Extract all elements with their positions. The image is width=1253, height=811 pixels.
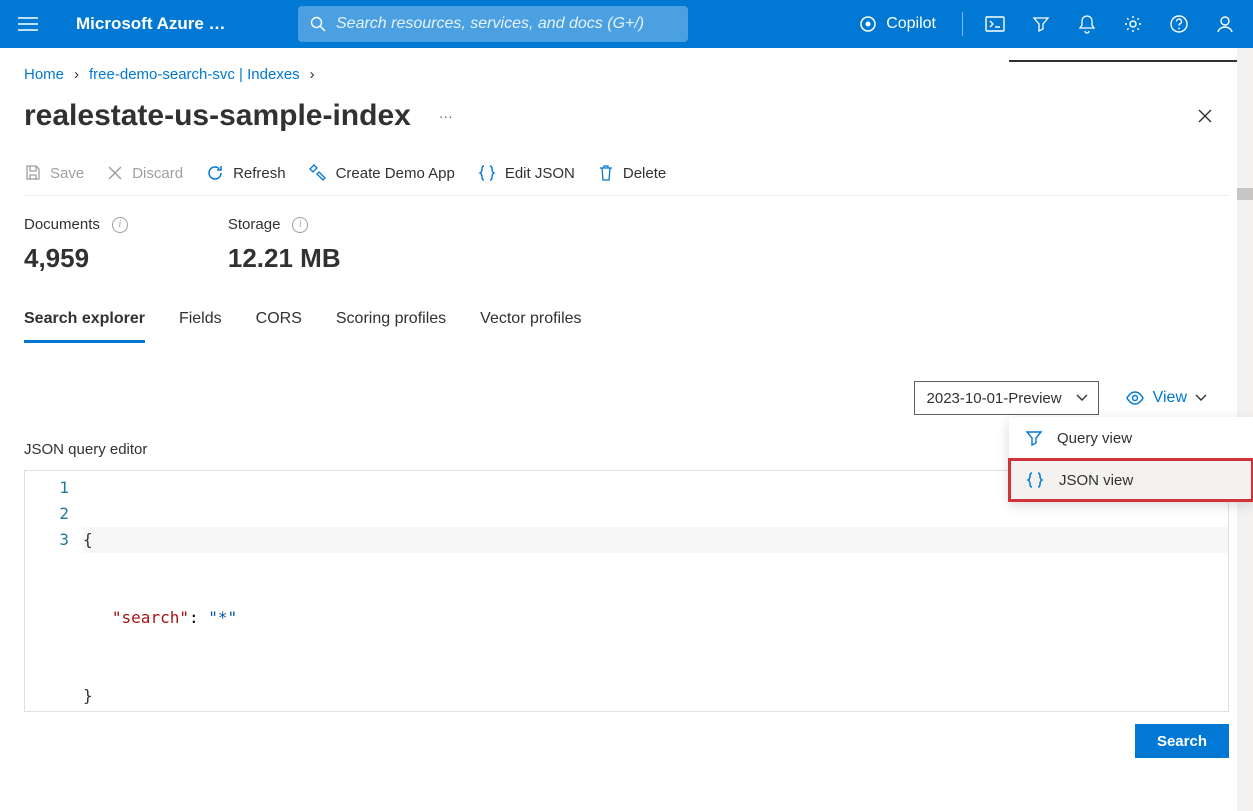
braces-icon (477, 163, 497, 183)
api-version-value: 2023-10-01-Preview (927, 390, 1062, 407)
page-title: realestate-us-sample-index (24, 99, 411, 133)
api-version-select[interactable]: 2023-10-01-Preview (914, 381, 1099, 415)
save-button: Save (24, 164, 84, 182)
documents-label: Documents (24, 216, 100, 233)
stat-documents: Documents i 4,959 (24, 216, 128, 274)
copilot-icon (858, 14, 878, 34)
separator (962, 12, 963, 36)
notifications-icon[interactable] (1067, 0, 1107, 48)
breadcrumb-service[interactable]: free-demo-search-svc | Indexes (89, 66, 300, 83)
breadcrumb-home[interactable]: Home (24, 66, 64, 83)
header-actions: Copilot (844, 0, 1245, 48)
chevron-right-icon: › (74, 66, 79, 83)
breadcrumb: Home › free-demo-search-svc | Indexes › (0, 48, 1253, 93)
search-button[interactable]: Search (1135, 724, 1229, 758)
scroll-thumb[interactable] (1237, 188, 1253, 200)
refresh-icon (205, 163, 225, 183)
global-search-input[interactable]: Search resources, services, and docs (G+… (298, 6, 688, 42)
tab-cors[interactable]: CORS (256, 302, 302, 343)
create-demo-button[interactable]: Create Demo App (308, 163, 455, 183)
storage-value: 12.21 MB (228, 243, 341, 274)
title-row: realestate-us-sample-index ··· (0, 93, 1253, 161)
settings-icon[interactable] (1113, 0, 1153, 48)
decorative-line (1009, 60, 1237, 62)
more-icon[interactable]: ··· (439, 108, 453, 124)
chevron-down-icon (1076, 394, 1088, 402)
tab-vector-profiles[interactable]: Vector profiles (480, 302, 581, 343)
close-icon (106, 164, 124, 182)
refresh-button[interactable]: Refresh (205, 163, 286, 183)
menu-icon[interactable] (8, 17, 48, 31)
feedback-icon[interactable] (1205, 0, 1245, 48)
storage-label: Storage (228, 216, 281, 233)
help-icon[interactable] (1159, 0, 1199, 48)
copilot-button[interactable]: Copilot (844, 0, 950, 48)
stat-storage: Storage i 12.21 MB (228, 216, 341, 274)
tab-scoring-profiles[interactable]: Scoring profiles (336, 302, 446, 343)
save-icon (24, 164, 42, 182)
filter-icon[interactable] (1021, 0, 1061, 48)
view-label: View (1153, 389, 1187, 407)
line-gutter: 1 2 3 (25, 471, 83, 711)
query-view-label: Query view (1057, 430, 1132, 447)
cloud-shell-icon[interactable] (975, 0, 1015, 48)
trash-icon (597, 163, 615, 183)
top-header: Microsoft Azure … Search resources, serv… (0, 0, 1253, 48)
command-bar: Save Discard Refresh Create Demo App Edi… (0, 161, 1253, 195)
controls-row: 2023-10-01-Preview View Query view JSON … (0, 343, 1253, 427)
dropdown-query-view[interactable]: Query view (1009, 417, 1253, 459)
tab-search-explorer[interactable]: Search explorer (24, 302, 145, 343)
code-area[interactable]: { "search": "*" } (83, 471, 1228, 711)
documents-value: 4,959 (24, 243, 128, 274)
json-editor[interactable]: 1 2 3 { "search": "*" } (24, 470, 1229, 712)
discard-button: Discard (106, 164, 183, 182)
stats-row: Documents i 4,959 Storage i 12.21 MB (0, 196, 1253, 302)
funnel-icon (1025, 429, 1043, 447)
chevron-right-icon: › (310, 66, 315, 83)
info-icon[interactable]: i (292, 217, 308, 233)
tab-bar: Search explorer Fields CORS Scoring prof… (0, 302, 1253, 343)
eye-icon (1125, 390, 1145, 406)
edit-json-button[interactable]: Edit JSON (477, 163, 575, 183)
chevron-down-icon (1195, 394, 1207, 402)
view-dropdown: Query view JSON view (1009, 417, 1253, 501)
copilot-label: Copilot (886, 15, 936, 33)
view-button[interactable]: View (1125, 389, 1207, 407)
delete-button[interactable]: Delete (597, 163, 666, 183)
braces-icon (1025, 471, 1045, 489)
dropdown-json-view[interactable]: JSON view (1009, 459, 1253, 501)
json-view-label: JSON view (1059, 472, 1133, 489)
close-icon[interactable] (1197, 108, 1213, 124)
tools-icon (308, 163, 328, 183)
search-placeholder: Search resources, services, and docs (G+… (336, 15, 644, 33)
search-icon (310, 16, 326, 32)
info-icon[interactable]: i (112, 217, 128, 233)
tab-fields[interactable]: Fields (179, 302, 222, 343)
brand-label[interactable]: Microsoft Azure … (48, 14, 298, 34)
